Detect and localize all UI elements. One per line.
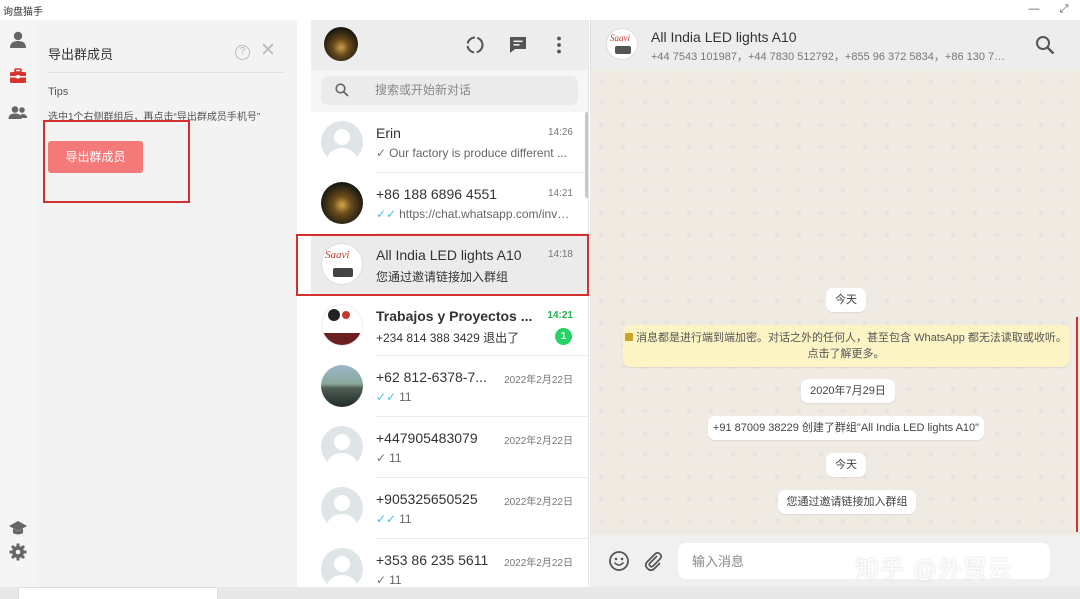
- search-messages-icon[interactable]: [1035, 35, 1055, 55]
- export-members-panel: 导出群成员 ? ✕ Tips 选中1个右侧群组后，再点击“导出群成员手机号” 导…: [37, 20, 297, 587]
- default-avatar: [321, 487, 363, 529]
- title-bar: 询盘猫手 — ⤢: [0, 0, 1080, 20]
- chat-list-header: [311, 20, 588, 70]
- chat-item-erin[interactable]: Erin 14:26 ✓ Our factory is produce diffe…: [311, 112, 588, 173]
- chat-preview-text: 11: [399, 512, 412, 526]
- sent-tick-icon: ✓: [376, 146, 387, 160]
- chat-time: 14:21: [547, 188, 573, 199]
- chat-time: 14:21: [547, 310, 573, 321]
- conversation-panel: Saavi All India LED lights A10 +44 7543 …: [590, 20, 1080, 587]
- watermark-text: 知乎 @外贸云: [855, 556, 1014, 583]
- chat-time: 2022年2月22日: [504, 436, 573, 447]
- chat-time: 2022年2月22日: [504, 497, 573, 508]
- group-members: +44 7543 101987，+44 7830 512792，+855 96 …: [651, 51, 1011, 63]
- close-icon[interactable]: ✕: [260, 41, 276, 61]
- read-tick-icon: ✓✓: [376, 207, 397, 221]
- system-message: 您通过邀请链接加入群组: [778, 490, 916, 514]
- chat-preview-text: 11: [389, 451, 402, 465]
- minimize-button[interactable]: —: [1026, 1, 1042, 17]
- group-avatar[interactable]: Saavi: [606, 28, 638, 60]
- encryption-notice-line2: 点击了解更多。: [807, 348, 885, 360]
- chat-item-353-86[interactable]: +353 86 235 5611 2022年2月22日 ✓ 11: [311, 539, 588, 587]
- sent-tick-icon: ✓: [376, 451, 387, 465]
- date-divider: 今天: [826, 288, 866, 312]
- chat-name: Trabajos y Proyectos ...: [376, 308, 533, 324]
- conversation-scroll-indicator: [1076, 317, 1078, 532]
- encryption-notice-line1: 消息都是进行端到端加密。对话之外的任何人，甚至包含 WhatsApp 都无法读取…: [623, 330, 1069, 346]
- conversation-header[interactable]: Saavi All India LED lights A10 +44 7543 …: [590, 20, 1080, 70]
- contact-photo-avatar: [321, 182, 363, 224]
- group-logo-avatar: [321, 304, 363, 346]
- left-rail: [0, 20, 37, 587]
- user-icon[interactable]: [8, 30, 28, 50]
- chat-time: 2022年2月22日: [504, 558, 573, 569]
- group-icon[interactable]: [8, 103, 28, 123]
- group-name: All India LED lights A10: [651, 29, 797, 45]
- chat-item-62-812[interactable]: +62 812-6378-7... 2022年2月22日 ✓✓ 11: [311, 356, 588, 417]
- app-window: 询盘猫手 — ⤢ 导出群成员 ? ✕ Tips 选中1个右侧群组后，再点击“导出…: [0, 0, 1080, 599]
- message-composer: 知乎 @外贸云: [590, 535, 1080, 587]
- sent-tick-icon: ✓: [376, 573, 387, 587]
- chat-preview-text: 11: [389, 573, 402, 587]
- chat-list-scrollbar[interactable]: [585, 112, 588, 198]
- chat-item-86-188[interactable]: +86 188 6896 4551 14:21 ✓✓ https://chat.w…: [311, 173, 588, 234]
- chat-item-905325650525[interactable]: +905325650525 2022年2月22日 ✓✓ 11: [311, 478, 588, 539]
- read-tick-icon: ✓✓: [376, 390, 397, 404]
- search-icon: [335, 83, 349, 97]
- graduation-cap-icon[interactable]: [8, 518, 28, 538]
- toolbox-icon[interactable]: [8, 66, 28, 86]
- chat-preview: ✓✓ 11: [376, 390, 571, 404]
- app-title: 询盘猫手: [3, 7, 43, 18]
- chat-preview-text: https://chat.whatsapp.com/invit...: [399, 207, 571, 221]
- chat-time: 2022年2月22日: [504, 375, 573, 386]
- chat-name: Erin: [376, 125, 401, 141]
- default-avatar: [321, 121, 363, 163]
- tips-title: Tips: [48, 86, 69, 98]
- lock-icon: [625, 333, 634, 341]
- contact-photo-avatar: [321, 365, 363, 407]
- saavi-logo-text: Saavi: [610, 33, 630, 43]
- search-input[interactable]: [375, 76, 570, 105]
- emoji-icon[interactable]: [608, 550, 630, 572]
- bottom-strip: [0, 587, 1080, 599]
- chat-preview: ✓ 11: [376, 573, 571, 587]
- chat-preview: ✓✓ https://chat.whatsapp.com/invit...: [376, 207, 571, 221]
- new-chat-icon[interactable]: [507, 34, 529, 56]
- panel-divider: [47, 72, 285, 73]
- maximize-button[interactable]: ⤢: [1056, 1, 1072, 17]
- export-highlight-box: [43, 120, 190, 203]
- menu-icon[interactable]: [548, 34, 570, 56]
- status-icon[interactable]: [464, 34, 486, 56]
- default-avatar: [321, 426, 363, 468]
- attach-icon[interactable]: [642, 550, 664, 572]
- chat-preview-text: +234 814 388 3429 退出了: [376, 331, 520, 345]
- system-message: +91 87009 38229 创建了群组"All India LED ligh…: [708, 416, 984, 440]
- read-tick-icon: ✓✓: [376, 512, 397, 526]
- date-divider: 2020年7月29日: [801, 379, 895, 403]
- chat-preview: ✓✓ 11: [376, 512, 571, 526]
- chat-time: 14:26: [547, 127, 573, 138]
- chat-preview: ✓ Our factory is produce different ...: [376, 146, 571, 160]
- encryption-notice[interactable]: 消息都是进行端到端加密。对话之外的任何人，甚至包含 WhatsApp 都无法读取…: [623, 325, 1069, 367]
- selected-chat-highlight-box: [296, 234, 589, 296]
- date-divider: 今天: [826, 453, 866, 477]
- chat-preview-text: Our factory is produce different ...: [389, 146, 567, 160]
- search-bar: [311, 70, 588, 112]
- chat-item-447905483079[interactable]: +447905483079 2022年2月22日 ✓ 11: [311, 417, 588, 478]
- chat-item-trabajos[interactable]: Trabajos y Proyectos ... 14:21 +234 814 …: [311, 295, 588, 356]
- lion-logo-icon: [615, 46, 631, 54]
- gear-icon[interactable]: [8, 542, 28, 562]
- unread-badge: 1: [555, 328, 572, 345]
- bottom-tab: [18, 587, 218, 599]
- default-avatar: [321, 548, 363, 587]
- chat-preview: ✓ 11: [376, 451, 571, 465]
- help-icon[interactable]: ?: [235, 45, 250, 60]
- chat-list-panel: Erin 14:26 ✓Our factory is produce diffe…: [311, 20, 589, 587]
- chat-preview-text: 11: [399, 390, 412, 404]
- my-avatar[interactable]: [324, 27, 358, 61]
- chat-name: +86 188 6896 4551: [376, 186, 498, 202]
- search-box[interactable]: [321, 76, 578, 105]
- panel-title: 导出群成员: [48, 47, 114, 62]
